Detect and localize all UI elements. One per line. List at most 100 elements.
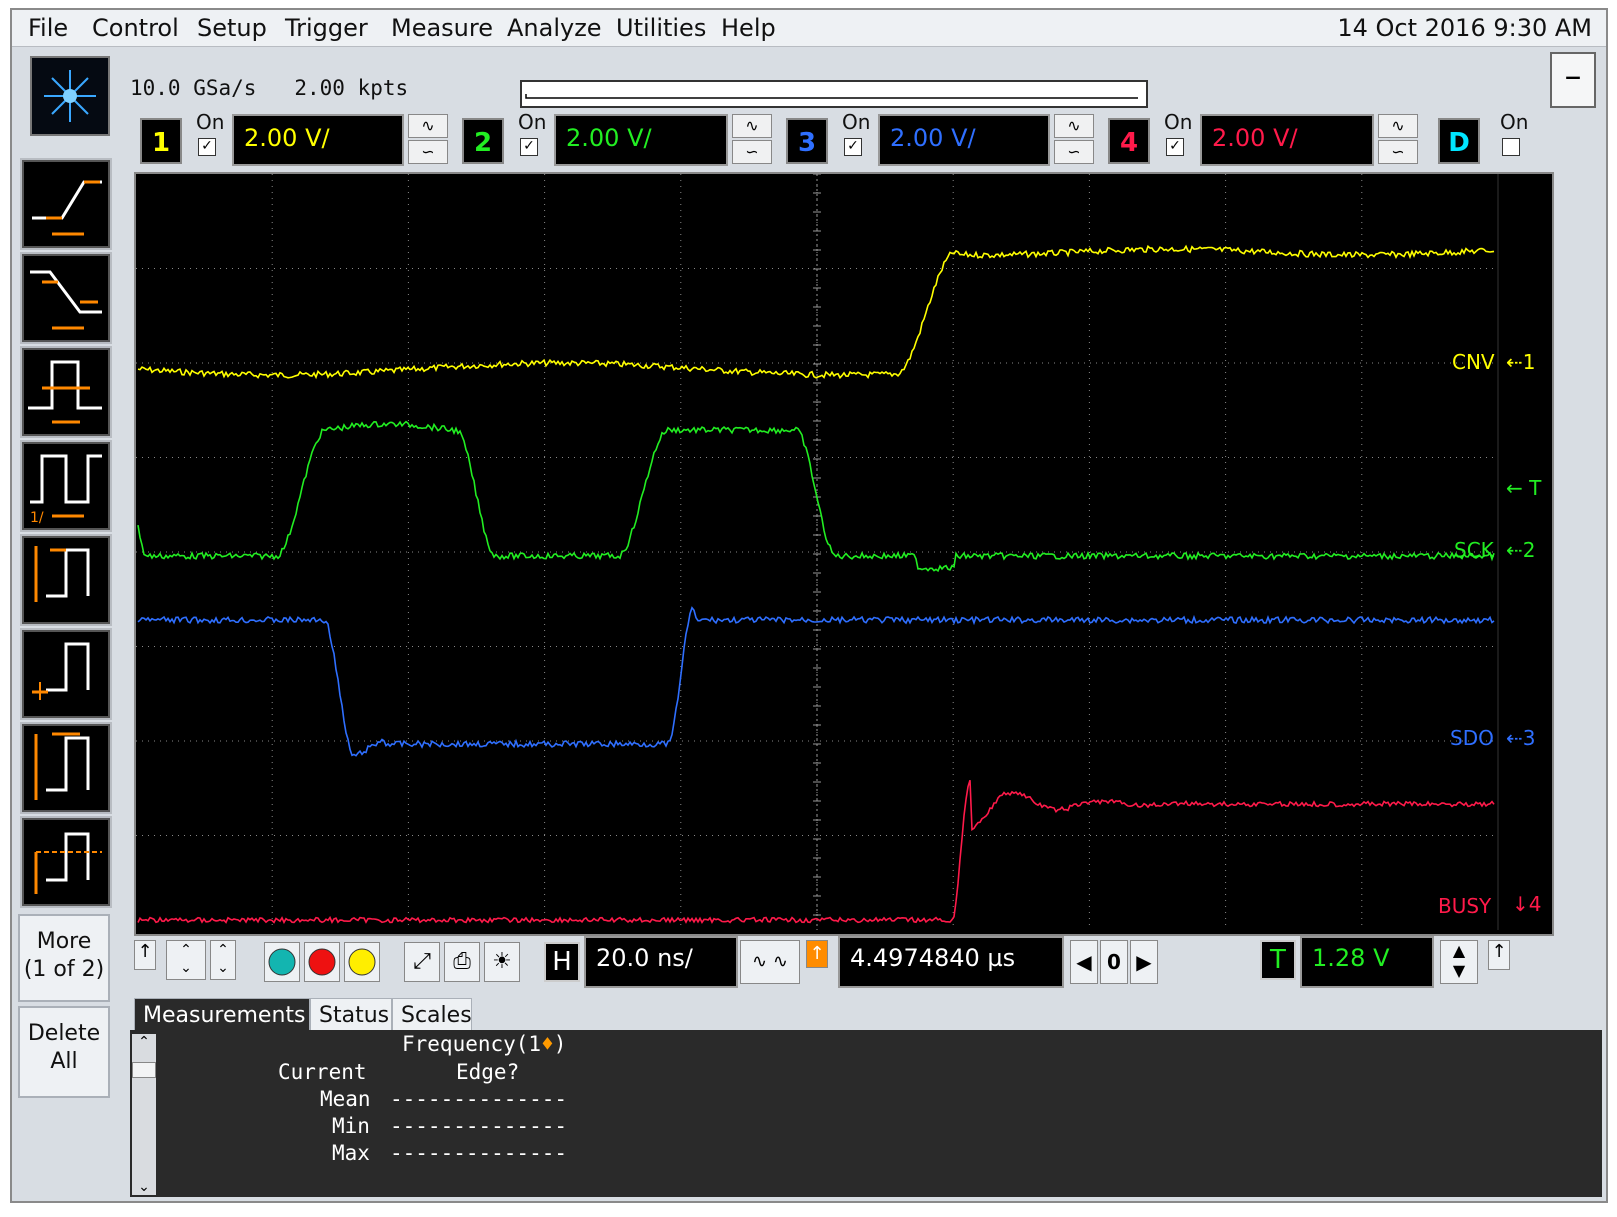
overshoot-button[interactable] bbox=[20, 816, 112, 908]
channel-1-on-label: On bbox=[196, 110, 225, 134]
digital-channel-button[interactable]: D bbox=[1438, 118, 1480, 164]
busy-trace bbox=[137, 779, 1495, 925]
trigger-mode-icon[interactable]: ↑ bbox=[1488, 940, 1510, 970]
channel-3-scale-adjust[interactable]: ∿ ∽ bbox=[1054, 114, 1094, 166]
measurement-row-label: Mean bbox=[320, 1087, 371, 1111]
trigger-level[interactable]: 1.28 V bbox=[1300, 936, 1434, 988]
scroll-up-arrow-icon[interactable]: ⌃ bbox=[132, 1034, 156, 1058]
busy-label: BUSY bbox=[1438, 894, 1492, 918]
channel-3-on-checkbox[interactable]: ✓ bbox=[844, 138, 862, 156]
amplitude-button[interactable] bbox=[20, 534, 112, 626]
measurement-title-text: Frequency(1 bbox=[402, 1032, 542, 1056]
sample-rate: 10.0 GSa/s bbox=[130, 76, 257, 100]
menu-analyze[interactable]: Analyze bbox=[507, 12, 602, 44]
minimize-button[interactable]: – bbox=[1550, 52, 1596, 108]
horizontal-button[interactable]: H bbox=[544, 942, 580, 982]
measurement-row-value: -------------- bbox=[390, 1087, 568, 1111]
more-button[interactable]: More (1 of 2) bbox=[18, 914, 110, 1002]
scroll-up-icon[interactable]: ↑ bbox=[134, 940, 156, 970]
channel-3-on-label: On bbox=[842, 110, 871, 134]
delete-all-label: All bbox=[50, 1049, 78, 1074]
agilent-logo-icon bbox=[30, 56, 110, 136]
waveform-overview-bar[interactable] bbox=[520, 80, 1148, 108]
delay-right-button[interactable]: ▶ bbox=[1130, 940, 1158, 984]
channel-4-scale[interactable]: 2.00 V/ bbox=[1200, 114, 1374, 166]
oscilloscope-window: File Control Setup Trigger Measure Analy… bbox=[10, 8, 1608, 1203]
measurement-title-close: ) bbox=[553, 1032, 567, 1056]
acquisition-auto-button[interactable] bbox=[264, 942, 300, 982]
measurement-title: Frequency(1♦) bbox=[402, 1032, 566, 1056]
delay-reference-icon[interactable]: ↑ bbox=[806, 940, 828, 968]
horizontal-scale-adjust[interactable]: ∿ ∿ bbox=[740, 940, 800, 984]
measurement-row-value: Edge? bbox=[456, 1060, 520, 1084]
print-icon[interactable]: ⎙ bbox=[444, 942, 480, 982]
delete-all-button[interactable]: Delete All bbox=[18, 1006, 110, 1098]
menu-bar: File Control Setup Trigger Measure Analy… bbox=[12, 10, 1606, 47]
menu-setup[interactable]: Setup bbox=[197, 12, 267, 44]
channel-3-scale[interactable]: 2.00 V/ bbox=[878, 114, 1050, 166]
stop-button[interactable] bbox=[304, 942, 340, 982]
svg-text:1/: 1/ bbox=[30, 510, 44, 526]
waveform-canvas bbox=[136, 174, 1499, 930]
channel-2-ground-marker-icon[interactable]: ⇠2 bbox=[1506, 538, 1535, 562]
horizontal-delay[interactable]: 4.4974840 µs bbox=[838, 936, 1064, 988]
brightness-icon[interactable]: ☀ bbox=[484, 942, 520, 982]
channel-2-scale[interactable]: 2.00 V/ bbox=[554, 114, 728, 166]
menu-trigger[interactable]: Trigger bbox=[285, 12, 368, 44]
menu-utilities[interactable]: Utilities bbox=[616, 12, 706, 44]
menu-measure[interactable]: Measure bbox=[391, 12, 493, 44]
channel-1-ground-marker-icon[interactable]: ⇠1 bbox=[1506, 350, 1535, 374]
measurement-row-value: -------------- bbox=[390, 1114, 568, 1138]
clock: 14 Oct 2016 9:30 AM bbox=[1337, 14, 1592, 42]
pulse-width-button[interactable] bbox=[20, 346, 112, 438]
digital-on-label: On bbox=[1500, 110, 1529, 134]
tab-scales[interactable]: Scales bbox=[392, 998, 472, 1032]
tab-status[interactable]: Status bbox=[310, 998, 392, 1032]
channel-2-on-checkbox[interactable]: ✓ bbox=[520, 138, 538, 156]
channel-1-scale-adjust[interactable]: ∿ ∽ bbox=[408, 114, 448, 166]
single-button[interactable] bbox=[344, 942, 380, 982]
channel-2-scale-adjust[interactable]: ∿ ∽ bbox=[732, 114, 772, 166]
rise-time-button[interactable] bbox=[20, 158, 112, 250]
base-level-button[interactable] bbox=[20, 628, 112, 720]
autoscale-icon[interactable]: ⤢ bbox=[404, 942, 440, 982]
channel-1-button[interactable]: 1 bbox=[140, 118, 182, 164]
trigger-level-adjust[interactable]: ▲ ▼ bbox=[1440, 940, 1478, 984]
trigger-button[interactable]: T bbox=[1260, 940, 1296, 980]
fall-time-button[interactable] bbox=[20, 252, 112, 344]
measurement-scrollbar[interactable]: ⌃ ⌄ bbox=[132, 1034, 156, 1195]
top-level-button[interactable] bbox=[20, 722, 112, 814]
scroll-thumb[interactable] bbox=[132, 1062, 156, 1078]
channel-4-button[interactable]: 4 bbox=[1108, 118, 1150, 164]
channel-4-scale-adjust[interactable]: ∿ ∽ bbox=[1378, 114, 1418, 166]
channel-3-ground-marker-icon[interactable]: ⇠3 bbox=[1506, 726, 1535, 750]
sck-trace bbox=[137, 420, 1495, 573]
measurement-panel: ⌃ ⌄ Frequency(1♦) Current Edge? Mean ---… bbox=[130, 1030, 1602, 1197]
delay-zero-button[interactable]: 0 bbox=[1100, 940, 1128, 984]
channel-2-button[interactable]: 2 bbox=[462, 118, 504, 164]
channel-1-on-checkbox[interactable]: ✓ bbox=[198, 138, 216, 156]
vertical-scale-adjust[interactable]: ⌃ ⌄ bbox=[166, 940, 206, 980]
measurement-row-value: -------------- bbox=[390, 1141, 568, 1165]
menu-control[interactable]: Control bbox=[92, 12, 179, 44]
delay-left-button[interactable]: ◀ bbox=[1070, 940, 1098, 984]
menu-file[interactable]: File bbox=[28, 12, 68, 44]
scroll-down-arrow-icon[interactable]: ⌄ bbox=[132, 1179, 156, 1195]
period-button[interactable]: 1/ bbox=[20, 440, 112, 532]
channel-1-scale[interactable]: 2.00 V/ bbox=[232, 114, 404, 166]
channel-4-ground-marker-icon[interactable]: ↓4 bbox=[1512, 892, 1541, 916]
channel-4-on-checkbox[interactable]: ✓ bbox=[1166, 138, 1184, 156]
channel-3-button[interactable]: 3 bbox=[786, 118, 828, 164]
tab-measurements[interactable]: Measurements bbox=[134, 998, 310, 1032]
channel-2-on-label: On bbox=[518, 110, 547, 134]
more-label: More bbox=[36, 929, 92, 954]
trigger-marker-label: T bbox=[1529, 476, 1542, 500]
digital-on-checkbox[interactable] bbox=[1502, 138, 1520, 156]
waveform-display[interactable]: CNV ⇠1 ← T SCK ⇠2 SDO ⇠3 BUSY ↓4 bbox=[134, 172, 1554, 936]
menu-help[interactable]: Help bbox=[721, 12, 776, 44]
sdo-label: SDO bbox=[1450, 726, 1494, 750]
vertical-offset-adjust[interactable]: ⌃ ⌄ bbox=[210, 940, 236, 980]
horizontal-scale[interactable]: 20.0 ns/ bbox=[584, 936, 738, 988]
trigger-level-marker-icon[interactable]: ← T bbox=[1506, 476, 1541, 500]
record-length: 2.00 kpts bbox=[294, 76, 409, 100]
